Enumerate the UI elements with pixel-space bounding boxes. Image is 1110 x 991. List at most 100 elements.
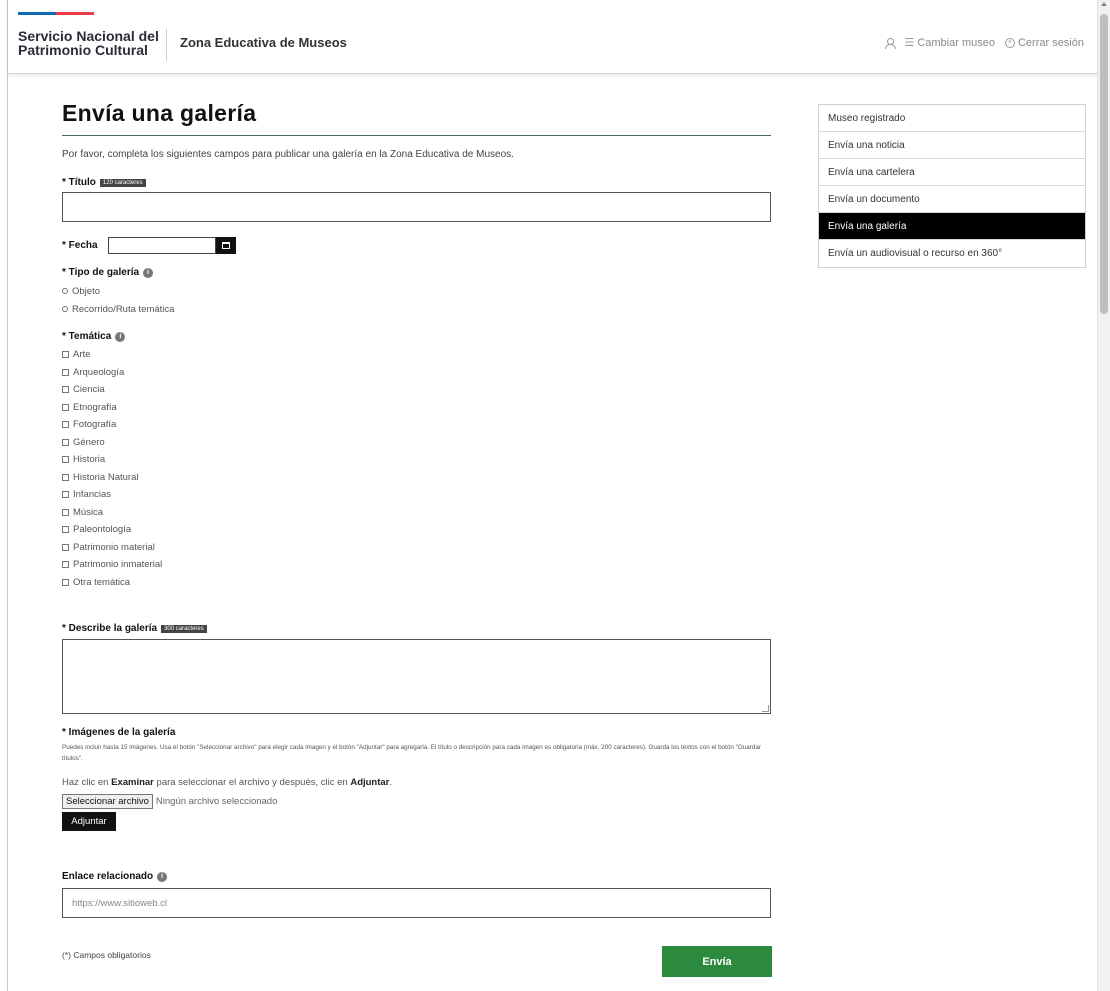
sidebar-item-museo-registrado[interactable]: Museo registrado (819, 105, 1085, 132)
site-header: Servicio Nacional del Patrimonio Cultura… (8, 0, 1098, 74)
radio-label: Objeto (72, 285, 100, 297)
close-circle-icon: × (1004, 37, 1015, 48)
checkbox-label: Paleontología (73, 524, 132, 536)
checkbox[interactable] (62, 473, 69, 481)
checkbox-label: Historia (73, 454, 106, 466)
list-icon: ☰ (904, 37, 915, 49)
describe-char-badge: 300 caracteres (161, 624, 207, 633)
checkbox-label: Arqueología (73, 366, 125, 378)
info-icon[interactable]: i (157, 871, 168, 882)
cerrar-sesion-label: Cerrar sesión (1017, 36, 1084, 49)
scrollbar-thumb[interactable] (1100, 14, 1108, 314)
checkbox[interactable] (62, 421, 69, 429)
checkbox[interactable] (62, 561, 69, 569)
imagenes-help: Puedes incluir hasta 15 imágenes. Usa el… (62, 744, 761, 762)
header-divider (166, 29, 167, 61)
cerrar-sesion-link[interactable]: × Cerrar sesión (1004, 36, 1084, 49)
cambiar-museo-link[interactable]: ☰ Cambiar museo (904, 36, 995, 50)
sidebar-item-cartelera[interactable]: Envía una cartelera (819, 159, 1085, 186)
hint-bold-examinar: Examinar (111, 777, 154, 788)
file-status: Ningún archivo seleccionado (155, 796, 278, 807)
brand-logo-text[interactable]: Servicio Nacional del Patrimonio Cultura… (18, 29, 168, 57)
checkbox-option[interactable]: Paleontología (62, 521, 162, 539)
info-icon[interactable]: i (115, 331, 126, 342)
browser-viewport: Servicio Nacional del Patrimonio Cultura… (7, 0, 1098, 991)
enlace-label-text: Enlace relacionado (62, 871, 154, 882)
checkbox-label: Música (73, 506, 104, 518)
fecha-label: * Fecha (62, 240, 98, 251)
enlace-input[interactable]: https://www.sitioweb.cl (62, 888, 771, 918)
adjuntar-button[interactable]: Adjuntar (62, 812, 116, 831)
checkbox[interactable] (62, 403, 69, 411)
checkbox[interactable] (62, 456, 69, 464)
hint-bold-adjuntar: Adjuntar (350, 777, 390, 788)
checkbox-option[interactable]: Arte (62, 346, 162, 364)
calendar-icon (221, 242, 230, 249)
user-link[interactable] (885, 37, 897, 49)
file-picker: Seleccionar archivo Ningún archivo selec… (62, 794, 277, 809)
checkbox-label: Otra temática (73, 576, 131, 588)
titulo-label: * Título 120 caracteres (62, 177, 146, 188)
tipo-options: Objeto Recorrido/Ruta temática (62, 282, 174, 318)
checkbox-option[interactable]: Infancias (62, 486, 162, 504)
checkbox-option[interactable]: Etnografía (62, 399, 162, 417)
checkbox[interactable] (62, 386, 69, 394)
checkbox[interactable] (62, 491, 69, 499)
tipo-label-text: * Tipo de galería (62, 267, 140, 278)
submit-button[interactable]: Envía (662, 946, 772, 977)
checkbox-label: Arte (73, 349, 91, 361)
page-scrollbar[interactable] (1097, 0, 1110, 991)
user-icon (885, 37, 897, 49)
checkbox-label: Patrimonio inmaterial (73, 559, 163, 571)
titulo-char-badge: 120 caracteres (99, 178, 146, 187)
checkbox-label: Infancias (73, 489, 112, 501)
sidebar-item-audiovisual[interactable]: Envía un audiovisual o recurso en 360° (819, 240, 1085, 267)
checkbox-label: Género (73, 436, 105, 448)
titulo-input[interactable] (62, 192, 771, 222)
radio-button[interactable] (62, 306, 68, 312)
flag-bar (18, 12, 94, 15)
checkbox-option[interactable]: Ciencia (62, 381, 162, 399)
calendar-button[interactable] (215, 237, 236, 254)
tematica-label-text: * Temática (62, 331, 112, 342)
checkbox[interactable] (62, 351, 69, 359)
checkbox-option[interactable]: Género (62, 434, 162, 452)
checkbox[interactable] (62, 438, 69, 446)
checkbox-option[interactable]: Historia (62, 451, 162, 469)
checkbox-option[interactable]: Otra temática (62, 574, 162, 592)
checkbox-option[interactable]: Patrimonio material (62, 539, 162, 557)
radio-option[interactable]: Recorrido/Ruta temática (62, 300, 174, 318)
checkbox[interactable] (62, 508, 69, 516)
checkbox-option[interactable]: Fotografía (62, 416, 162, 434)
fecha-row: * Fecha (62, 237, 236, 254)
checkbox[interactable] (62, 578, 69, 586)
sidebar-item-galeria[interactable]: Envía una galería (819, 213, 1085, 240)
checkbox-option[interactable]: Patrimonio inmaterial (62, 556, 162, 574)
describe-textarea[interactable] (62, 639, 771, 714)
describe-label: * Describe la galería 300 caracteres (62, 623, 207, 634)
radio-button[interactable] (62, 288, 68, 294)
hint-text: . (389, 777, 393, 788)
tematica-options: Arte Arqueología Ciencia Etnografía Foto… (62, 346, 162, 591)
titulo-label-text: * Título (62, 177, 96, 188)
checkbox-option[interactable]: Historia Natural (62, 469, 162, 487)
required-note: (*) Campos obligatorios (62, 950, 151, 960)
checkbox[interactable] (62, 543, 69, 551)
hint-text: para seleccionar el archivo y después, c… (153, 777, 351, 788)
fecha-input[interactable] (107, 237, 216, 254)
sidebar-item-noticia[interactable]: Envía una noticia (819, 132, 1085, 159)
info-icon[interactable]: i (143, 267, 154, 278)
checkbox[interactable] (62, 526, 69, 534)
sidebar-item-documento[interactable]: Envía un documento (819, 186, 1085, 213)
title-divider (62, 135, 771, 136)
zone-title[interactable]: Zona Educativa de Museos (180, 35, 347, 50)
radio-option[interactable]: Objeto (62, 282, 174, 300)
intro-text: Por favor, completa los siguientes campo… (62, 149, 514, 160)
checkbox-option[interactable]: Arqueología (62, 364, 162, 382)
describe-label-text: * Describe la galería (62, 623, 158, 634)
scroll-up-icon[interactable] (1101, 2, 1107, 6)
checkbox-option[interactable]: Música (62, 504, 162, 522)
checkbox[interactable] (62, 368, 69, 376)
select-file-button[interactable]: Seleccionar archivo (62, 794, 153, 809)
page-title: Envía una galería (62, 100, 257, 126)
